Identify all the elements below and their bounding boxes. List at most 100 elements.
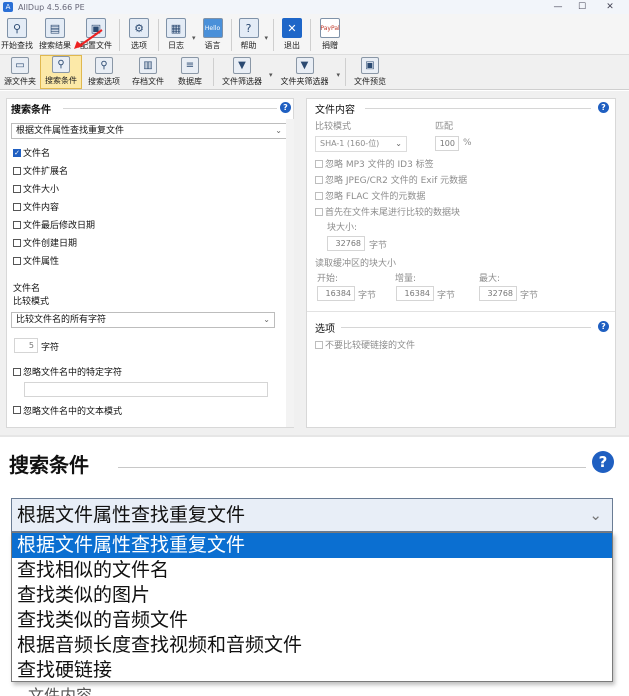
language-button[interactable]: Hello 语言	[198, 14, 228, 54]
database-icon: ≡	[181, 57, 199, 74]
tab-label: 文件预览	[354, 77, 387, 86]
search-method-select-zoomed[interactable]: 根据文件属性查找重复文件 ⌄	[11, 498, 613, 532]
checkbox-ignore-pattern[interactable]: 忽略文件名中的文本模式	[13, 405, 122, 415]
checkbox-label: 文件属性	[23, 257, 60, 267]
start-label: 开始:	[317, 274, 339, 284]
start-search-button[interactable]: ⚲ 开始查找	[0, 14, 34, 54]
options-button[interactable]: ⚙ 选项	[123, 14, 155, 54]
results-icon: ▤	[45, 18, 65, 38]
search-results-label: 搜索结果	[39, 41, 71, 50]
chevron-down-icon[interactable]: ▾	[269, 71, 273, 79]
tab-search-options[interactable]: ⚲ 搜索选项	[82, 55, 126, 89]
donate-button[interactable]: PayPal 捐赠	[314, 14, 346, 54]
checkbox-ignore-exif[interactable]: 忽略 JPEG/CR2 文件的 Exif 元数据	[315, 173, 467, 186]
checkbox-created-date[interactable]: 文件创建日期	[13, 236, 77, 249]
help-icon[interactable]: ?	[598, 102, 609, 113]
hash-value: SHA-1 (160-位)	[320, 139, 380, 148]
checkbox-modified-date[interactable]: 文件最后修改日期	[13, 218, 95, 231]
checkbox-skip-hardlinks[interactable]: 不要比较硬链接的文件	[315, 338, 415, 351]
exit-icon: ✕	[282, 18, 303, 38]
selected-value: 根据文件属性查找重复文件	[17, 504, 246, 526]
checkbox-ignore-chars[interactable]: 忽略文件名中的特定字符	[13, 365, 122, 378]
tab-database[interactable]: ≡ 数据库	[170, 55, 210, 89]
scrollbar[interactable]	[286, 119, 294, 427]
buffer-label: 读取缓冲区的块大小	[315, 259, 397, 269]
checkbox-label: 首先在文件末尾进行比较的数据块	[325, 208, 461, 218]
checkbox-attributes[interactable]: 文件属性	[13, 254, 59, 267]
checkbox-size[interactable]: 文件大小	[13, 182, 59, 195]
checkbox-label: 文件扩展名	[23, 167, 69, 177]
checkbox-ignore-flac[interactable]: 忽略 FLAC 文件的元数据	[315, 189, 425, 202]
buffer-max-input[interactable]: 32768	[479, 286, 517, 301]
dropdown-option[interactable]: 查找硬链接	[12, 658, 612, 683]
help-icon[interactable]: ?	[592, 451, 614, 473]
search-results-button[interactable]: ▤ 搜索结果	[34, 14, 76, 54]
filter-icon: ▼	[233, 57, 251, 74]
toolbar-separator	[119, 19, 120, 51]
compare-mode-select[interactable]: 比较文件名的所有字符 ⌄	[11, 312, 275, 328]
dropdown-option[interactable]: 查找相似的文件名	[12, 558, 612, 583]
help-icon[interactable]: ?	[598, 321, 609, 332]
tab-label: 数据库	[178, 77, 202, 86]
chevron-down-icon: ⌄	[263, 315, 270, 324]
checkbox-ignore-id3[interactable]: 忽略 MP3 文件的 ID3 标签	[315, 157, 434, 170]
file-content-panel: 文件内容 ? 比较模式 匹配 SHA-1 (160-位) ⌄ 100 % 忽略 …	[306, 98, 616, 428]
tab-folder-filter[interactable]: ▼ 文件夹筛选器	[275, 55, 335, 89]
hash-select[interactable]: SHA-1 (160-位) ⌄	[315, 136, 407, 152]
tab-label: 文件筛选器	[222, 77, 262, 86]
log-button[interactable]: ▦ 日志	[162, 14, 190, 54]
tab-archive-files[interactable]: ▥ 存档文件	[126, 55, 170, 89]
help-icon[interactable]: ?	[280, 102, 291, 113]
exit-button[interactable]: ✕ 退出	[277, 14, 307, 54]
tab-label: 源文件夹	[4, 77, 36, 86]
folder-filter-icon: ▼	[295, 57, 314, 74]
window-title: AllDup 4.5.66 PE	[18, 2, 85, 12]
match-percent-input[interactable]: 100	[435, 136, 459, 151]
toolbar-separator	[273, 19, 275, 51]
maximize-icon[interactable]: ☐	[572, 0, 592, 14]
checkbox-filename[interactable]: ✓ 文件名	[13, 146, 50, 159]
title-bar: A AllDup 4.5.66 PE — ☐ ✕	[0, 0, 629, 14]
help-icon: ?	[238, 18, 259, 38]
ignore-chars-input[interactable]	[24, 382, 268, 397]
chars-count-input[interactable]: 5	[14, 338, 38, 353]
bytes-unit: 字节	[520, 291, 539, 301]
checkbox-box	[13, 367, 21, 376]
chevron-down-icon[interactable]: ▾	[337, 71, 341, 79]
block-size-input[interactable]: 32768	[327, 236, 365, 251]
toolbar-separator	[345, 58, 347, 86]
help-label: 帮助	[240, 41, 257, 50]
magnifier-icon: ⚲	[7, 18, 27, 38]
dropdown-option[interactable]: 根据音频长度查找视频和音频文件	[12, 633, 612, 658]
checkbox-compare-end-first[interactable]: 首先在文件末尾进行比较的数据块	[315, 205, 460, 218]
help-button[interactable]: ? 帮助	[235, 14, 263, 54]
dropdown-option[interactable]: 查找类似的音频文件	[12, 608, 612, 633]
checkbox-box	[315, 191, 323, 200]
tab-file-filter[interactable]: ▼ 文件筛选器	[217, 55, 267, 89]
chevron-down-icon[interactable]: ▾	[265, 34, 269, 42]
paypal-icon: PayPal	[320, 18, 341, 38]
chevron-down-icon[interactable]: ▾	[192, 34, 196, 42]
search-method-select[interactable]: 根据文件属性查找重复文件 ⌄	[11, 123, 287, 139]
checkbox-label: 文件名	[23, 149, 51, 159]
dropdown-option[interactable]: 查找类似的图片	[12, 583, 612, 608]
minimize-icon[interactable]: —	[548, 0, 568, 14]
match-unit: %	[463, 138, 472, 148]
annotation-arrow-icon	[74, 29, 103, 49]
toolbar-separator	[213, 58, 214, 86]
buffer-increment-input[interactable]: 16384	[396, 286, 434, 301]
checkbox-extension[interactable]: 文件扩展名	[13, 164, 68, 177]
close-icon[interactable]: ✕	[600, 0, 620, 14]
checkbox-content[interactable]: 文件内容	[13, 200, 59, 213]
tab-file-preview[interactable]: ▣ 文件预览	[349, 55, 391, 89]
buffer-start-input[interactable]: 16384	[317, 286, 355, 301]
tab-label: 文件夹筛选器	[280, 77, 329, 86]
file-content-title: 文件内容	[315, 105, 355, 116]
dropdown-option[interactable]: 根据文件属性查找重复文件	[12, 533, 612, 558]
tab-source-folders[interactable]: ▭ 源文件夹	[0, 55, 40, 89]
block-size-label: 块大小:	[327, 223, 358, 233]
divider	[365, 108, 591, 109]
search-criteria-title: 搜索条件	[11, 105, 51, 116]
language-label: 语言	[204, 41, 221, 50]
tab-search-criteria[interactable]: ⚲ 搜索条件	[40, 55, 82, 89]
